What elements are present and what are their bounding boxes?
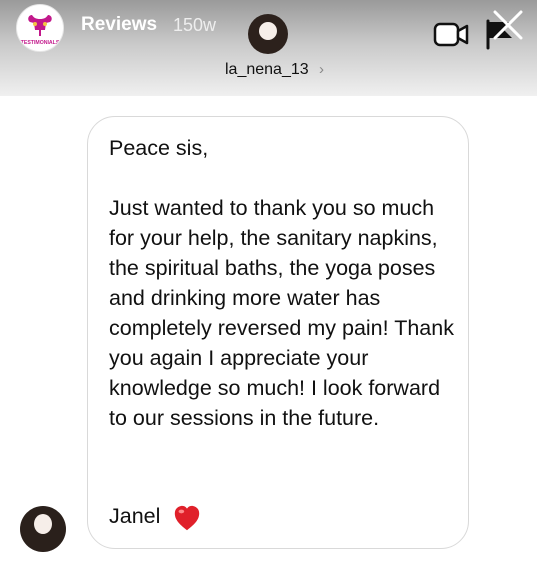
logo-text: TESTIMONIALS (21, 40, 60, 46)
story-timestamp: 150w (173, 15, 217, 35)
sender-avatar-face (259, 22, 277, 40)
story-avatar[interactable]: TESTIMONIALS (16, 4, 64, 52)
message-signature: Janel (109, 504, 161, 528)
heart-icon (174, 505, 200, 531)
message-sender-avatar[interactable] (20, 506, 66, 552)
testimonials-logo-icon: TESTIMONIALS (18, 6, 62, 50)
message-avatar-face (34, 514, 52, 534)
close-icon[interactable] (491, 8, 525, 42)
sender-avatar[interactable] (248, 14, 288, 54)
video-camera-icon[interactable] (433, 18, 469, 50)
message-greeting: Peace sis, (109, 136, 209, 160)
message-body: Just wanted to thank you so much for you… (109, 196, 454, 430)
chevron-right-icon[interactable]: › (319, 61, 324, 78)
sender-username[interactable]: la_nena_13 (225, 61, 309, 79)
story-title: Reviews (81, 14, 158, 35)
message-text: Peace sis, Just wanted to thank you so m… (109, 133, 459, 433)
